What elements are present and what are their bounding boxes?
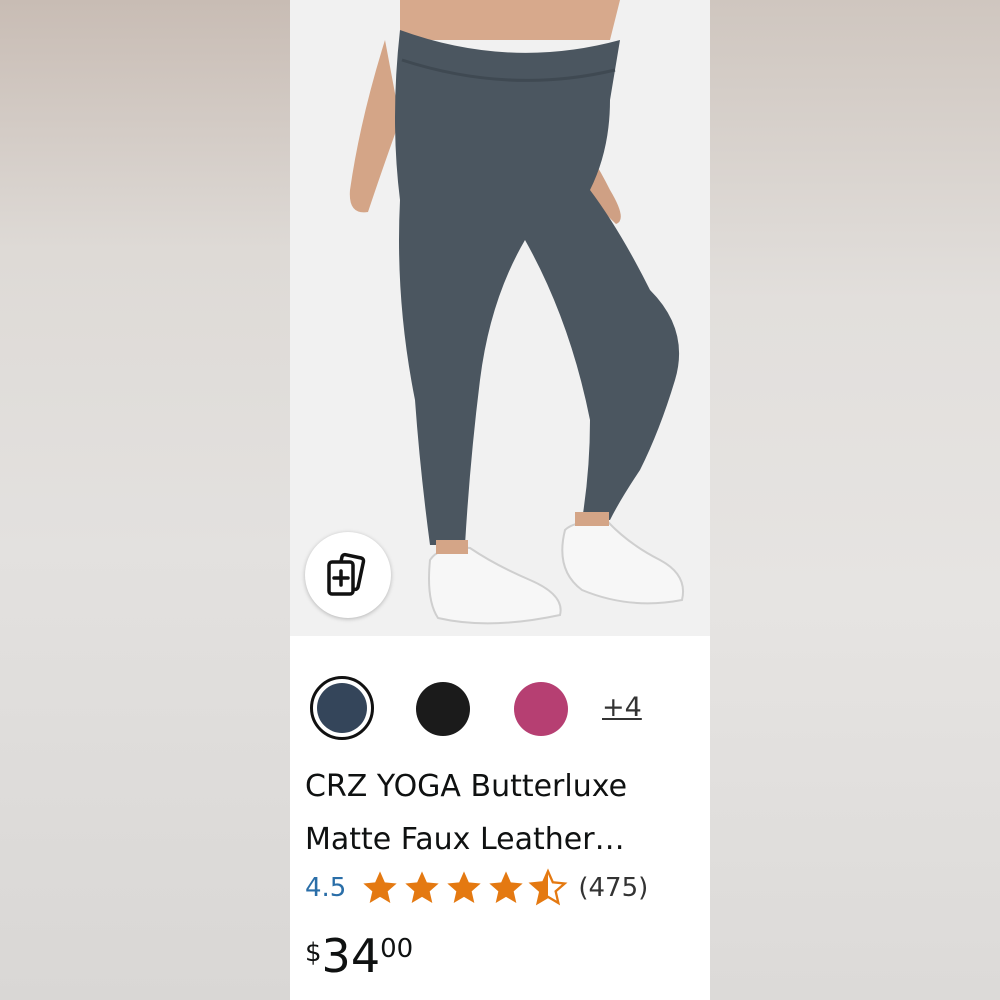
price: $ 34 00	[305, 928, 413, 984]
price-fraction: 00	[380, 934, 414, 964]
blurred-background-left	[0, 0, 290, 1000]
star-icon	[489, 871, 524, 903]
half-star-icon	[528, 868, 568, 906]
more-colors-link[interactable]: +4	[602, 692, 642, 723]
review-count: (475)	[578, 873, 649, 903]
product-card[interactable]: +4 CRZ YOGA Butterluxe Matte Faux Leathe…	[290, 0, 710, 1000]
swatch-black[interactable]	[416, 682, 470, 736]
blurred-background-right	[710, 0, 1000, 1000]
swatch-pink[interactable]	[514, 682, 568, 736]
swatch-navy-selected[interactable]	[310, 676, 374, 740]
star-icon	[447, 871, 482, 903]
color-swatches: +4	[310, 676, 690, 740]
swatch-navy-fill	[317, 683, 367, 733]
product-title-line-1: CRZ YOGA Butterluxe	[305, 769, 628, 804]
add-to-compare-button[interactable]	[305, 532, 391, 618]
product-title[interactable]: CRZ YOGA Butterluxe Matte Faux Leather…	[305, 760, 700, 866]
price-symbol: $	[305, 938, 322, 968]
star-icon	[363, 871, 398, 903]
product-title-line-2: Matte Faux Leather…	[305, 822, 625, 857]
rating-row[interactable]: 4.5 (475)	[305, 866, 648, 910]
rating-value: 4.5	[305, 873, 347, 903]
add-to-compare-icon	[323, 550, 373, 600]
product-image[interactable]	[290, 0, 710, 636]
star-rating	[360, 868, 570, 908]
star-icon	[405, 871, 440, 903]
price-whole: 34	[321, 929, 381, 983]
